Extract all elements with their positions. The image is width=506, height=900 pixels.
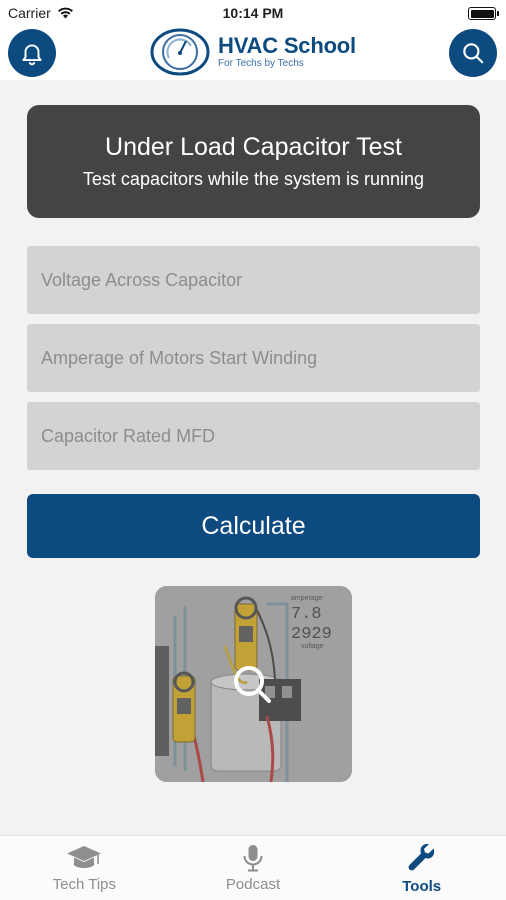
mfd-input[interactable]	[27, 402, 480, 470]
notifications-button[interactable]	[8, 29, 56, 77]
tab-label-podcast: Podcast	[225, 876, 281, 893]
tool-title-card: Under Load Capacitor Test Test capacitor…	[27, 105, 480, 218]
tab-label-tech-tips: Tech Tips	[52, 876, 117, 893]
diagram-thumbnail[interactable]: amperage 7.8 2929 voltage	[155, 586, 352, 782]
logo-title: HVAC School	[218, 33, 356, 58]
logo-subtitle: For Techs by Techs	[218, 58, 304, 69]
battery-icon	[468, 7, 499, 20]
microphone-icon	[243, 845, 263, 872]
voltage-input[interactable]	[27, 246, 480, 314]
bell-icon	[22, 44, 42, 66]
amperage-input[interactable]	[27, 324, 480, 392]
status-bar: Carrier 10:14 PM	[0, 0, 506, 26]
gauge-logo-icon	[150, 28, 210, 76]
tab-bar: Tech Tips Podcast Tools	[0, 835, 506, 900]
hvac-school-logo: HVAC School For Techs by Techs	[150, 28, 356, 76]
graduation-cap-icon	[67, 846, 102, 868]
status-time: 10:14 PM	[222, 5, 284, 21]
tab-label-tools: Tools	[402, 878, 442, 895]
tool-subtitle: Test capacitors while the system is runn…	[82, 169, 425, 189]
wrench-icon	[408, 844, 434, 871]
tab-podcast[interactable]: Podcast	[169, 836, 338, 900]
app-header: HVAC School For Techs by Techs	[0, 26, 506, 80]
search-button[interactable]	[449, 29, 497, 77]
tab-tech-tips[interactable]: Tech Tips	[0, 836, 169, 900]
tab-tools[interactable]: Tools	[337, 836, 506, 900]
calculate-button[interactable]: Calculate	[27, 494, 480, 558]
tool-title: Under Load Capacitor Test	[105, 133, 402, 161]
search-icon	[463, 43, 484, 64]
